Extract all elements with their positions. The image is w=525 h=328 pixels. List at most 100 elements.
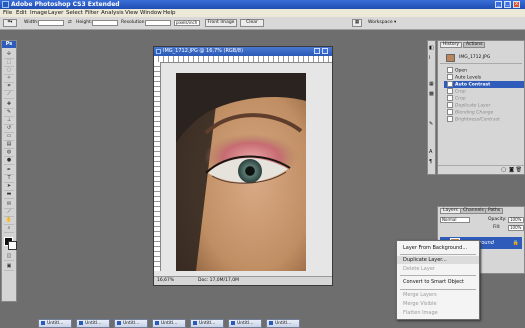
- blend-mode-select[interactable]: Normal: [440, 217, 470, 223]
- fill-field[interactable]: 100%: [508, 225, 524, 231]
- swatches-icon[interactable]: ▦: [429, 81, 434, 87]
- minimized-document-tab[interactable]: Untitl...: [266, 319, 300, 328]
- maximize-icon[interactable]: □: [504, 1, 511, 8]
- height-field[interactable]: [92, 20, 118, 26]
- menu-item-flatten-image[interactable]: Flatten Image: [397, 309, 479, 317]
- workspace-menu[interactable]: Workspace ▾: [368, 20, 396, 25]
- history-state-icon: [447, 88, 453, 94]
- menu-item-layer-from-background[interactable]: Layer From Background...: [397, 244, 479, 252]
- magic-wand-tool-icon[interactable]: ✧: [4, 75, 14, 83]
- swap-icon[interactable]: ⇄: [68, 20, 72, 25]
- opacity-label: Opacity:: [488, 217, 507, 222]
- menu-help[interactable]: Help: [163, 10, 176, 16]
- canvas-photo[interactable]: [176, 73, 306, 271]
- character-icon[interactable]: A: [429, 149, 432, 155]
- minimized-document-tab[interactable]: Untitl...: [190, 319, 224, 328]
- history-snapshot[interactable]: IMG_1712.JPG: [440, 53, 522, 64]
- shape-tool-icon[interactable]: ▬: [4, 191, 14, 199]
- opacity-field[interactable]: 100%: [508, 217, 524, 223]
- minimized-document-tab[interactable]: Untitl...: [114, 319, 148, 328]
- tab-layers[interactable]: Layers: [440, 208, 461, 214]
- eyedropper-tool-icon[interactable]: ⟋: [4, 209, 14, 217]
- menu-item-delete-layer[interactable]: Delete Layer: [397, 265, 479, 273]
- menu-file[interactable]: File: [3, 10, 12, 16]
- menu-edit[interactable]: Edit: [16, 10, 27, 16]
- screen-mode-icon[interactable]: ▣: [4, 263, 14, 271]
- document-title: IMG_1712.JPG @ 16,7% (RGB/8): [163, 48, 244, 54]
- navigator-icon[interactable]: ◧: [429, 45, 434, 51]
- minimized-document-tab[interactable]: Untitl...: [228, 319, 262, 328]
- hand-tool-icon[interactable]: ✋: [4, 217, 14, 225]
- tab-paths[interactable]: Paths: [485, 208, 504, 214]
- slice-tool-icon[interactable]: ⟋: [4, 91, 14, 99]
- document-minimize-icon[interactable]: [314, 48, 320, 54]
- close-icon[interactable]: x: [513, 1, 520, 8]
- info-icon[interactable]: i: [429, 55, 430, 61]
- brush-tool-icon[interactable]: ✎: [4, 109, 14, 117]
- healing-brush-tool-icon[interactable]: ✚: [4, 101, 14, 109]
- resolution-field[interactable]: [145, 20, 171, 26]
- notes-tool-icon[interactable]: ✉: [4, 201, 14, 209]
- width-field[interactable]: [38, 20, 64, 26]
- clone-stamp-tool-icon[interactable]: ⊥: [4, 117, 14, 125]
- history-item[interactable]: Duplicate Layer: [444, 102, 524, 109]
- styles-icon[interactable]: ▩: [429, 91, 434, 97]
- layer-lock-icon: 🔒: [512, 240, 519, 246]
- pen-tool-icon[interactable]: ✒: [4, 167, 14, 175]
- workspace-icon[interactable]: ▦: [352, 19, 362, 27]
- menu-item-merge-visible[interactable]: Merge Visible: [397, 300, 479, 308]
- zoom-tool-icon[interactable]: ⌕: [4, 225, 14, 233]
- history-item[interactable]: Auto Levels: [444, 74, 524, 81]
- history-item[interactable]: Crop: [444, 88, 524, 95]
- resolution-unit-select[interactable]: pixels/inch: [174, 20, 200, 26]
- tab-channels[interactable]: Channels: [460, 208, 487, 214]
- trash-icon[interactable]: 🗑: [516, 167, 522, 173]
- history-brush-tool-icon[interactable]: ↺: [4, 125, 14, 133]
- history-item[interactable]: Blending Change: [444, 109, 524, 116]
- paragraph-icon[interactable]: ¶: [429, 159, 432, 165]
- background-color-swatch[interactable]: [8, 241, 17, 250]
- marquee-tool-icon[interactable]: ⬚: [4, 59, 14, 67]
- new-snapshot-icon[interactable]: ◙: [509, 167, 514, 173]
- clear-button[interactable]: Clear: [240, 19, 264, 27]
- history-item[interactable]: Crop: [444, 95, 524, 102]
- tab-actions[interactable]: Actions: [463, 42, 486, 48]
- document-icon: [231, 320, 235, 325]
- gradient-tool-icon[interactable]: ▤: [4, 141, 14, 149]
- history-item-active[interactable]: Auto Contrast: [444, 81, 524, 88]
- menu-item-convert-to-smart-object[interactable]: Convert to Smart Object: [397, 278, 479, 286]
- new-document-icon[interactable]: ▢: [501, 167, 506, 173]
- minimized-document-tab[interactable]: Untitl...: [76, 319, 110, 328]
- tab-history[interactable]: History: [440, 42, 463, 48]
- crop-tool-icon[interactable]: ⌗: [4, 83, 14, 91]
- lasso-tool-icon[interactable]: ◌: [4, 67, 14, 75]
- history-state-icon: [447, 74, 453, 80]
- move-tool-icon[interactable]: ✢: [4, 51, 14, 59]
- brushes-icon[interactable]: ✎: [429, 121, 433, 127]
- history-item[interactable]: Brightness/Contrast: [444, 116, 524, 123]
- menu-layer[interactable]: Layer: [48, 10, 63, 16]
- menu-select[interactable]: Select: [66, 10, 83, 16]
- path-selection-tool-icon[interactable]: ➤: [4, 183, 14, 191]
- type-tool-icon[interactable]: T: [4, 175, 14, 183]
- dodge-tool-icon[interactable]: ●: [4, 157, 14, 165]
- history-item[interactable]: Open: [444, 67, 524, 74]
- menu-window[interactable]: Window: [140, 10, 162, 16]
- zoom-level[interactable]: 16,67%: [157, 277, 174, 285]
- document-maximize-icon[interactable]: [322, 48, 328, 54]
- menu-item-duplicate-layer[interactable]: Duplicate Layer...: [397, 256, 479, 264]
- minimize-icon[interactable]: _: [495, 1, 502, 8]
- eraser-tool-icon[interactable]: ▭: [4, 133, 14, 141]
- menu-filter[interactable]: Filter: [85, 10, 99, 16]
- document-icon: [155, 320, 159, 325]
- menu-view[interactable]: View: [125, 10, 138, 16]
- front-image-button[interactable]: Front Image: [205, 19, 237, 27]
- minimized-document-tab[interactable]: Untitl...: [38, 319, 72, 328]
- minimized-document-tab[interactable]: Untitl...: [152, 319, 186, 328]
- crop-tool-preset-icon[interactable]: ⌗▾: [3, 19, 17, 27]
- quick-mask-icon[interactable]: ◫: [4, 253, 14, 261]
- menu-item-merge-layers[interactable]: Merge Layers: [397, 291, 479, 299]
- menu-analysis[interactable]: Analysis: [101, 10, 124, 16]
- blur-tool-icon[interactable]: ◍: [4, 149, 14, 157]
- menu-image[interactable]: Image: [30, 10, 47, 16]
